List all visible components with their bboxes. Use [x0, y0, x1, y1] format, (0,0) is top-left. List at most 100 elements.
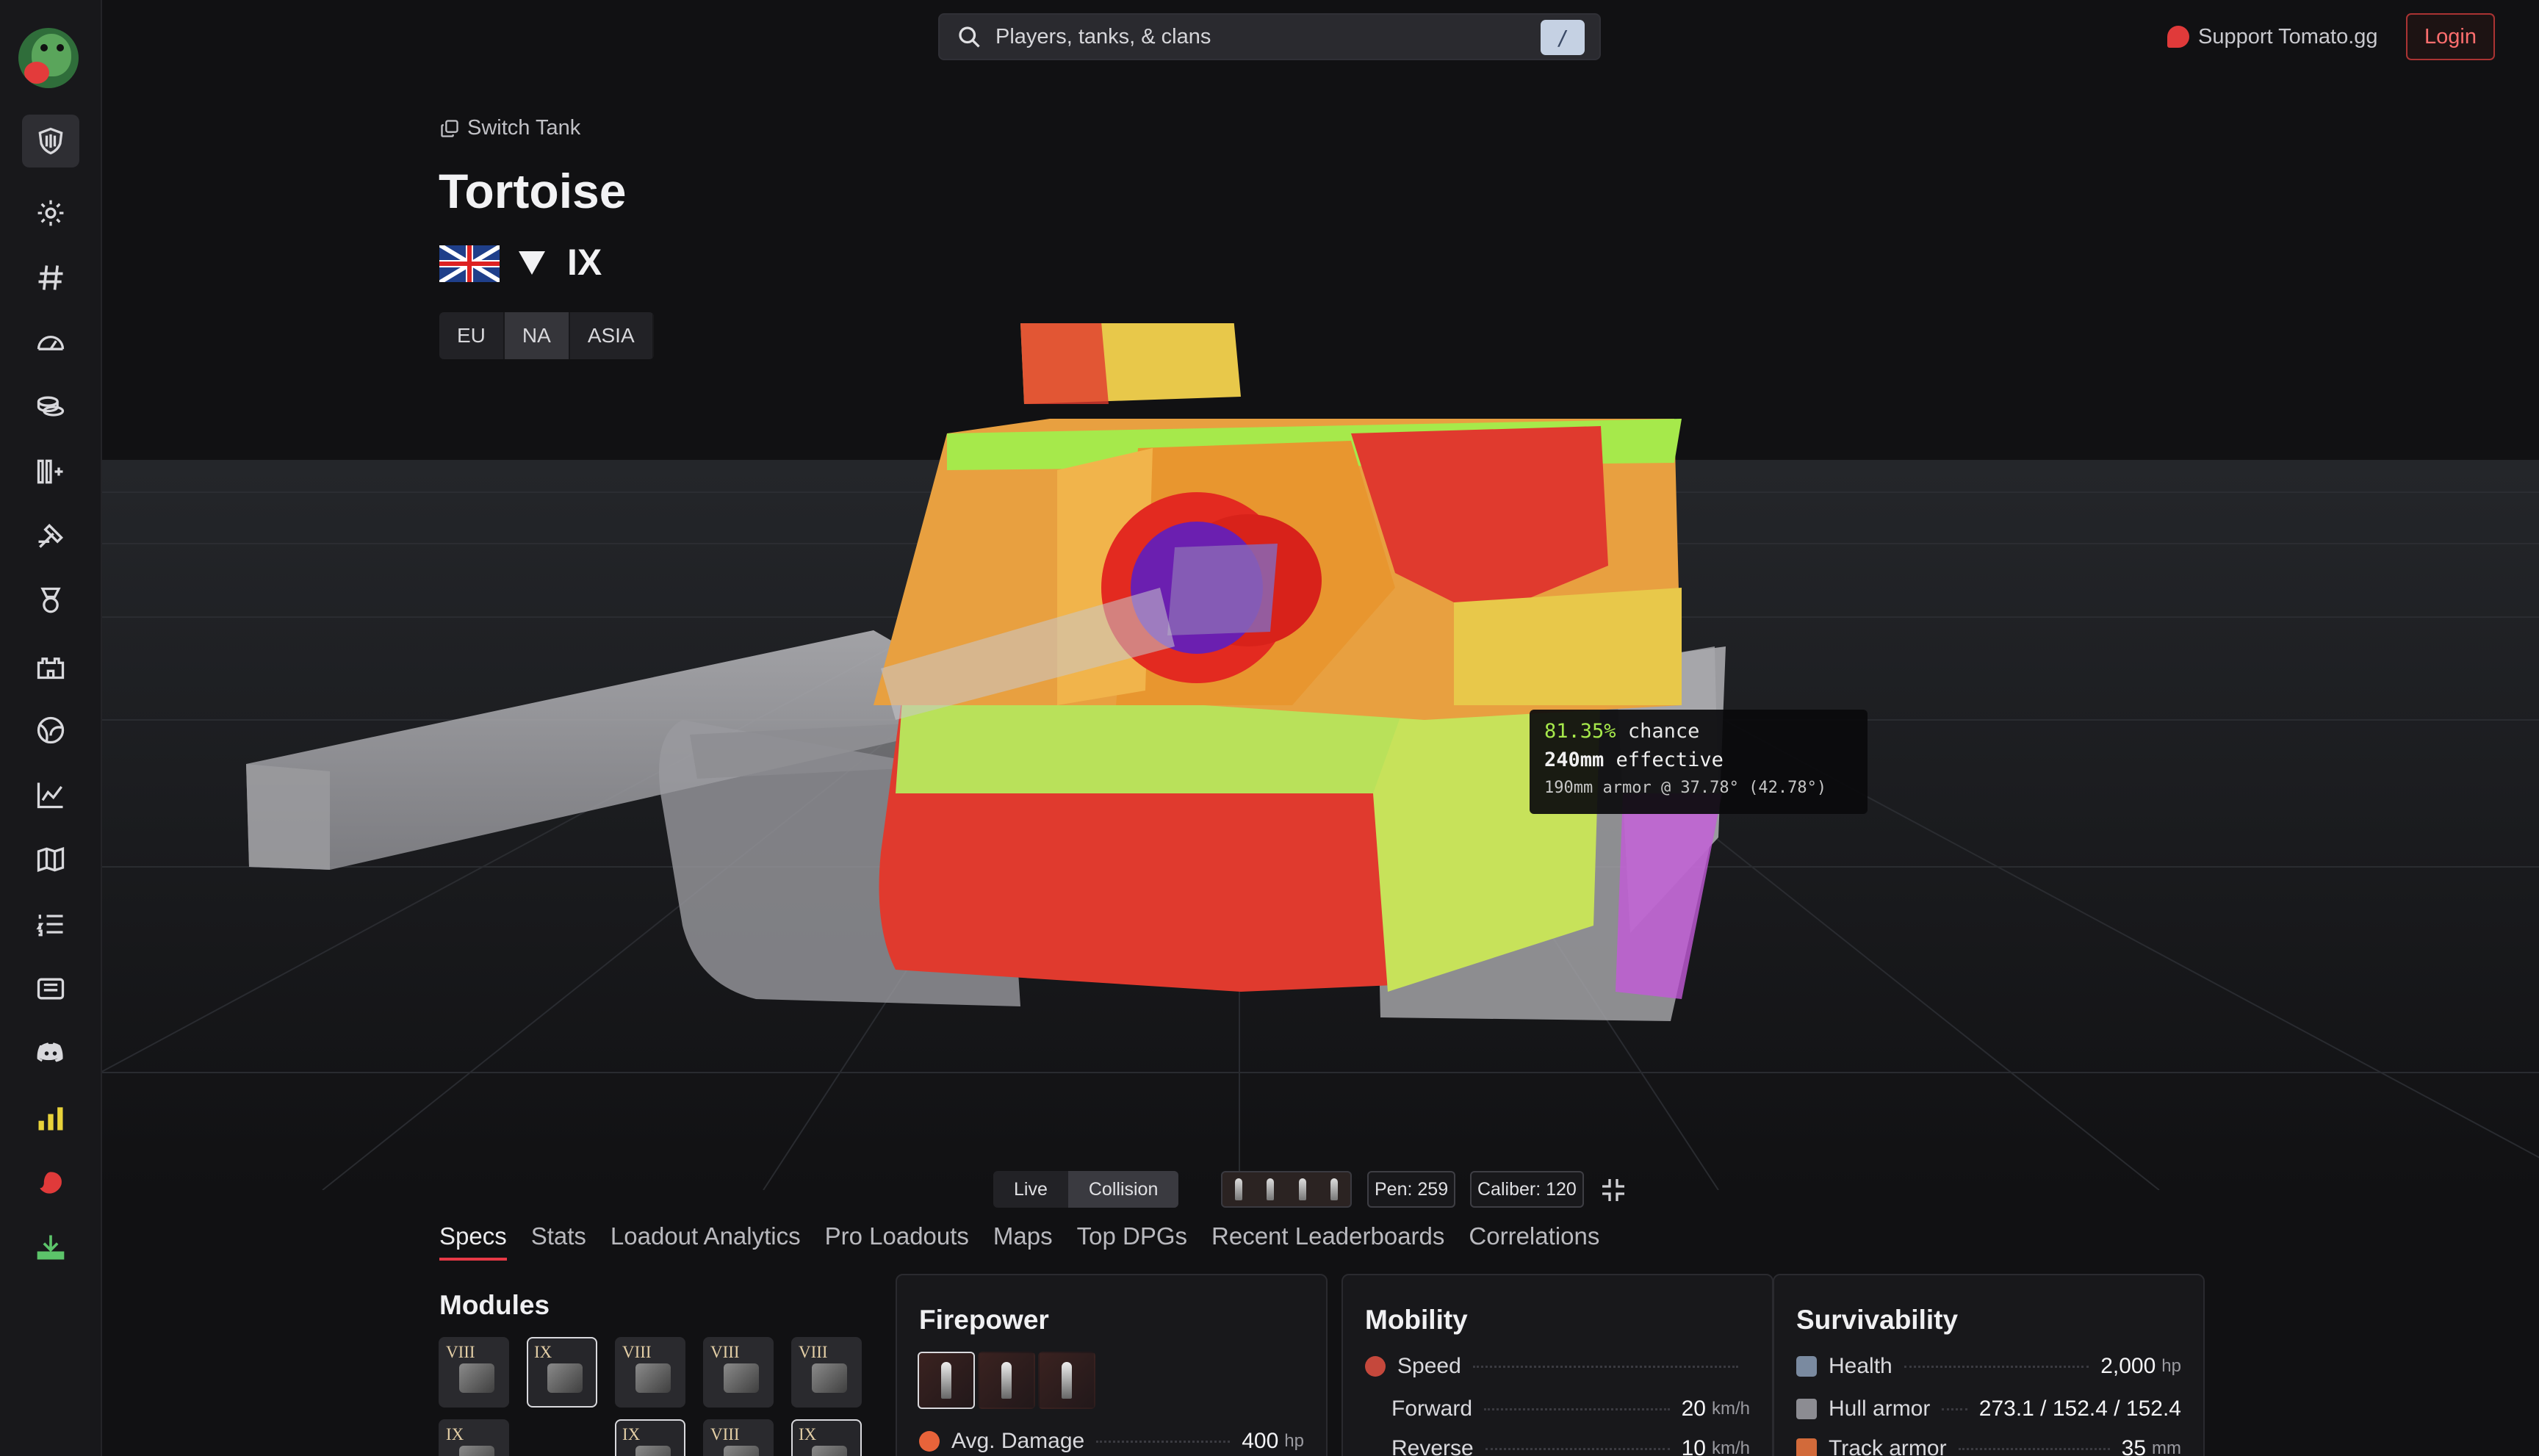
ammo-he[interactable]	[1038, 1352, 1095, 1409]
module-tier: IX	[446, 1425, 464, 1444]
hull-armor-value: 273.1 / 152.4 / 152.4	[1978, 1396, 2181, 1421]
tomato-logo-icon[interactable]	[18, 28, 79, 88]
module-tier: IX	[534, 1343, 552, 1361]
suspension-module-icon	[635, 1446, 671, 1456]
module-turret[interactable]: IX	[527, 1337, 597, 1408]
tab-stats[interactable]: Stats	[531, 1222, 586, 1261]
health-icon	[1796, 1356, 1817, 1377]
sidebar	[0, 0, 102, 1456]
support-label: Support Tomato.gg	[2198, 24, 2378, 48]
nav-tanks-icon[interactable]	[22, 115, 79, 167]
tab-top-dpgs[interactable]: Top DPGs	[1077, 1222, 1187, 1261]
armor-3d-viewer[interactable]	[102, 323, 2539, 1190]
tab-loadout-analytics[interactable]: Loadout Analytics	[611, 1222, 801, 1261]
avg-damage-value: 400	[1242, 1429, 1279, 1453]
nav-map-icon[interactable]	[22, 833, 79, 886]
switch-tank-label: Switch Tank	[467, 116, 581, 140]
nav-tomato-icon[interactable]	[22, 1156, 79, 1209]
speed-label: Speed	[1397, 1354, 1461, 1378]
nav-castle-icon[interactable]	[22, 639, 79, 692]
suspension-module-icon	[635, 1363, 671, 1393]
tank-destroyer-icon	[519, 251, 545, 275]
nav-settings-icon[interactable]	[22, 187, 79, 239]
support-link[interactable]: Support Tomato.gg	[2167, 21, 2378, 53]
survivability-title: Survivability	[1796, 1305, 1959, 1335]
nav-globe-icon[interactable]	[22, 704, 79, 757]
module-tier: IX	[799, 1425, 817, 1444]
avg-damage-row: Avg. Damage 400 hp	[919, 1427, 1304, 1456]
reverse-speed-row: Reverse 10 km/h	[1391, 1434, 1750, 1456]
nav-list-icon[interactable]	[22, 898, 79, 951]
forward-unit: km/h	[1711, 1399, 1750, 1419]
login-button[interactable]: Login	[2406, 13, 2495, 60]
nav-chart-line-icon[interactable]	[22, 768, 79, 821]
modules-title: Modules	[439, 1290, 550, 1320]
ammo-ap[interactable]	[918, 1352, 975, 1409]
nav-medal-icon[interactable]	[22, 574, 79, 627]
module-engine-alt[interactable]: VIII	[703, 1419, 774, 1456]
health-unit: hp	[2161, 1356, 2181, 1376]
search-shortcut-key: /	[1541, 20, 1585, 55]
caliber-input[interactable]: Caliber: 120	[1470, 1171, 1584, 1208]
shell-icon	[1298, 1178, 1306, 1200]
module-radio-alt[interactable]: IX	[791, 1419, 862, 1456]
shell-icon	[1001, 1362, 1012, 1399]
mobility-title: Mobility	[1365, 1305, 1468, 1335]
engine-module-icon	[724, 1363, 759, 1393]
tank-tier: IX	[567, 242, 602, 283]
ammo-apcr[interactable]	[978, 1352, 1035, 1409]
search-bar[interactable]: Players, tanks, & clans /	[938, 13, 1601, 60]
reverse-label: Reverse	[1391, 1436, 1474, 1456]
search-input[interactable]: Players, tanks, & clans	[995, 25, 1211, 49]
firepower-panel: Firepower Avg. Damage 400 hp	[896, 1274, 1328, 1456]
avg-damage-label: Avg. Damage	[951, 1429, 1085, 1453]
pen-input[interactable]: Pen: 259	[1367, 1171, 1456, 1208]
viewer-mode-toggle: Live Collision	[993, 1171, 1179, 1208]
speedometer-icon	[1365, 1356, 1386, 1377]
nav-bar-chart-icon[interactable]	[22, 1092, 79, 1145]
tab-pro-loadouts[interactable]: Pro Loadouts	[825, 1222, 969, 1261]
module-gun-alt[interactable]: IX	[439, 1419, 509, 1456]
mode-collision-button[interactable]: Collision	[1067, 1171, 1179, 1208]
health-label: Health	[1829, 1354, 1892, 1378]
nav-download-icon[interactable]	[22, 1221, 79, 1274]
switch-tank-link[interactable]: Switch Tank	[439, 116, 580, 140]
track-armor-row: Track armor 35 mm	[1796, 1434, 2181, 1456]
pen-chance: 81.35%	[1544, 720, 1616, 743]
health-value: 2,000	[2100, 1354, 2156, 1378]
nav-coins-icon[interactable]	[22, 381, 79, 433]
survivability-panel: Survivability Health 2,000 hp Hull armor…	[1773, 1274, 2205, 1456]
tomato-icon	[2167, 26, 2189, 48]
forward-value: 20	[1681, 1396, 1706, 1421]
tab-maps[interactable]: Maps	[993, 1222, 1053, 1261]
nav-discord-icon[interactable]	[22, 1027, 79, 1080]
collapse-icon[interactable]	[1599, 1175, 1628, 1205]
mode-live-button[interactable]: Live	[993, 1171, 1068, 1208]
nav-news-icon[interactable]	[22, 962, 79, 1015]
tank-tabs: Specs Stats Loadout Analytics Pro Loadou…	[439, 1222, 1624, 1261]
firepower-title: Firepower	[919, 1305, 1049, 1335]
nav-compare-icon[interactable]	[22, 445, 79, 498]
module-engine[interactable]: VIII	[703, 1337, 774, 1408]
mobility-panel: Mobility Speed Forward 20 km/h Reverse 1…	[1341, 1274, 1773, 1456]
shell-icon	[941, 1362, 951, 1399]
effective-label: effective	[1616, 749, 1724, 771]
nav-hashtag-icon[interactable]	[22, 251, 79, 304]
module-suspension-alt[interactable]: IX	[615, 1419, 685, 1456]
module-gun[interactable]: VIII	[439, 1337, 509, 1408]
shell-icon	[1234, 1178, 1242, 1200]
shell-selector[interactable]	[1221, 1171, 1352, 1208]
reverse-unit: km/h	[1711, 1438, 1750, 1456]
turret-module-icon	[547, 1363, 583, 1393]
module-tier: IX	[622, 1425, 641, 1444]
tab-correlations[interactable]: Correlations	[1469, 1222, 1599, 1261]
tab-specs[interactable]: Specs	[439, 1222, 507, 1261]
track-armor-value: 35	[2121, 1436, 2147, 1456]
nav-speedometer-icon[interactable]	[22, 316, 79, 369]
module-tier: VIII	[622, 1343, 652, 1361]
nav-hammer-icon[interactable]	[22, 510, 79, 563]
tab-recent-leaderboards[interactable]: Recent Leaderboards	[1211, 1222, 1444, 1261]
switch-icon	[441, 119, 458, 137]
module-suspension[interactable]: VIII	[615, 1337, 685, 1408]
module-radio[interactable]: VIII	[791, 1337, 862, 1408]
